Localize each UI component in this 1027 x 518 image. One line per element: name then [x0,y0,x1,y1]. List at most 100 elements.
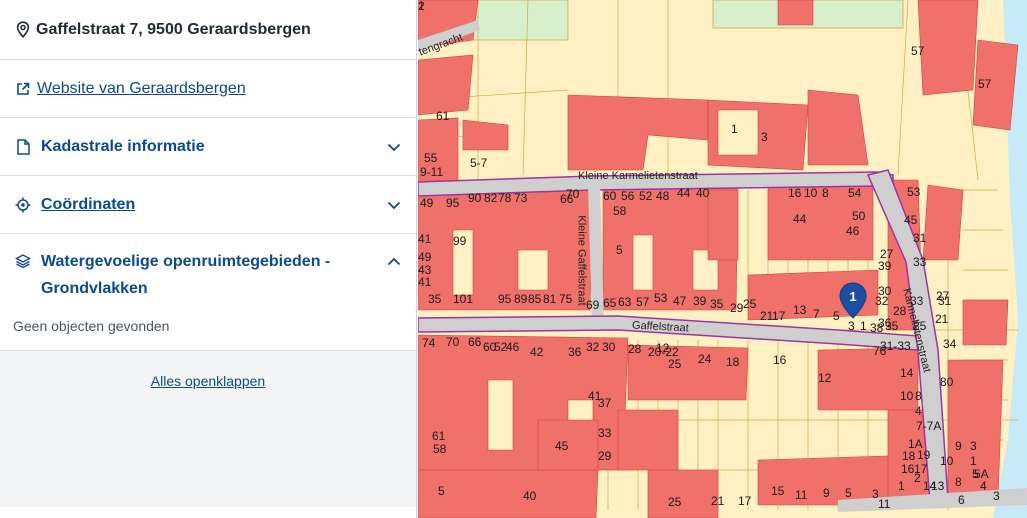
parcel-number-label: 66 [560,192,574,206]
parcel-number-label: 25 [913,319,927,333]
parcel-number-label: 55 [424,151,438,165]
parcel-number-label: 69 [586,298,600,312]
parcel-number-label: 37 [598,396,612,410]
accordion-coordinaten[interactable]: Coördinaten [0,176,416,234]
parcel-number-label: 9 [823,486,830,500]
parcel-number-label: 47 [673,294,687,308]
parcel-number-label: 3 [848,319,855,333]
parcel-number-label: 6 [958,493,965,507]
parcel-number-label: 1 [970,454,977,468]
parcel-number-label: 4 [980,479,987,493]
parcel-number-label: 17 [772,309,786,323]
parcel-number-label: 57 [978,77,992,91]
parcel-number-label: 89 [514,292,528,306]
parcel-number-label: 10 [940,454,954,468]
parcel-number-label: 75 [559,292,573,306]
parcel-number-label: 16 [901,462,915,476]
parcel-number-label: 19 [917,448,931,462]
parcel-number-label: 42 [530,345,544,359]
parcel-number-label: 8 [955,475,962,489]
parcel-number-label: 18 [902,449,916,463]
parcel-number-label: 39 [693,294,707,308]
parcel-number-label: 5 [616,243,623,257]
parcel-number-label: 11 [795,488,808,502]
parcel-number-label: 57 [636,295,650,309]
parcel-number-label: 80 [940,375,954,389]
parcel-number-label: 31 [913,231,927,245]
parcel-number-label: 35 [710,297,724,311]
parcel-number-label: 90 [468,191,482,205]
parcel-number-label: 7-7A [916,419,942,433]
address-text: Gaffelstraat 7, 9500 Geraardsbergen [36,20,311,38]
parcel-number-label: 27 [936,289,950,303]
chevron-down-icon [387,201,401,209]
parcel-number-label: 82 [484,191,498,205]
parcel-number-label: 14 [900,366,914,380]
parcel-number-label: 28 [628,342,642,356]
parcel-number-label: 4 [915,404,922,418]
parcel-number-label: 53 [907,185,921,199]
parcel-number-label: 10 [900,389,914,403]
parcel-number-label: 24 [698,352,712,366]
parcel-number-label: 95 [498,292,512,306]
parcel-number-label: 12 [656,341,670,355]
parcel-number-label: 8 [822,186,829,200]
accordion-label: Coördinaten [41,195,136,213]
parcel-number-label: 49 [420,196,434,210]
parcel-number-label: 60 [603,189,617,203]
info-panel: Gaffelstraat 7, 9500 Geraardsbergen Webs… [0,0,417,518]
parcel-number-label: 76 [873,344,887,358]
parcel-number-label: 17 [914,462,928,476]
parcel-number-label: 34 [943,337,957,351]
parcel-number-label: 25 [668,495,682,509]
parcel-number-label: 7 [813,307,820,321]
parcel-number-label: 1 [418,0,425,13]
marker-number: 1 [849,289,856,304]
website-row: Website van Geraardsbergen [0,60,416,118]
parcel-number-label: 36 [568,345,582,359]
parcel-number-label: 16 [773,353,787,367]
parcel-number-label: 18 [726,355,740,369]
parcel-number-label: 16 [788,186,802,200]
parcel-number-label: 45 [904,213,918,227]
parcel-number-label: 41 [418,232,432,246]
parcel-number-label: 39 [878,259,892,273]
address-row: Gaffelstraat 7, 9500 Geraardsbergen [0,0,416,60]
chevron-up-icon [387,257,401,266]
expand-all-link[interactable]: Alles openklappen [151,373,265,389]
parcel-number-label: 85 [528,292,542,306]
parcel-number-label: 58 [433,442,447,456]
parcel-number-label: 66 [468,335,482,349]
map-canvas[interactable]: 1 Kleine Karmelietenstraat Kleine Gaffel… [418,0,1027,518]
location-pin-icon [14,21,32,39]
parcel-number-label: 40 [523,489,537,503]
parcel-number-label: 61 [436,109,450,123]
parcel-number-label: 11 [878,497,891,511]
parcel-number-label: 25 [668,357,682,371]
parcel-number-label: 101 [453,292,474,306]
parcel-number-label: 1 [898,479,905,493]
parcel-number-label: 29 [730,301,744,315]
parcel-number-label: 49 [418,250,432,264]
parcel-number-label: 44 [793,212,807,226]
street-label: Kleine Gaffelstraat [575,215,588,306]
parcel-number-label: 54 [848,186,862,200]
parcel-number-label: 95 [446,196,460,210]
parcel-number-label: 1 [731,122,738,136]
parcel-number-label: 33 [598,426,612,440]
parcel-number-label: 57 [911,44,925,58]
accordion-watergevoelige[interactable]: Watergevoelige openruimtegebieden - Gron… [0,234,416,310]
parcel-number-label: 99 [453,234,467,248]
parcel-number-label: 5 [845,486,852,500]
map-layer: 1 [418,0,1027,518]
website-link[interactable]: Website van Geraardsbergen [37,80,246,98]
parcel-number-label: 30 [602,340,616,354]
parcel-number-label: 25 [743,297,757,311]
parcel-number-label: 15 [771,484,785,498]
external-link-icon [14,80,32,98]
parcel-number-label: 5 [833,309,840,323]
parcel-number-label: 50 [852,209,866,223]
parcel-number-label: 41 [418,275,432,289]
accordion-kadastrale-informatie[interactable]: Kadastrale informatie [0,118,416,176]
parcel-number-label: 53 [654,291,668,305]
